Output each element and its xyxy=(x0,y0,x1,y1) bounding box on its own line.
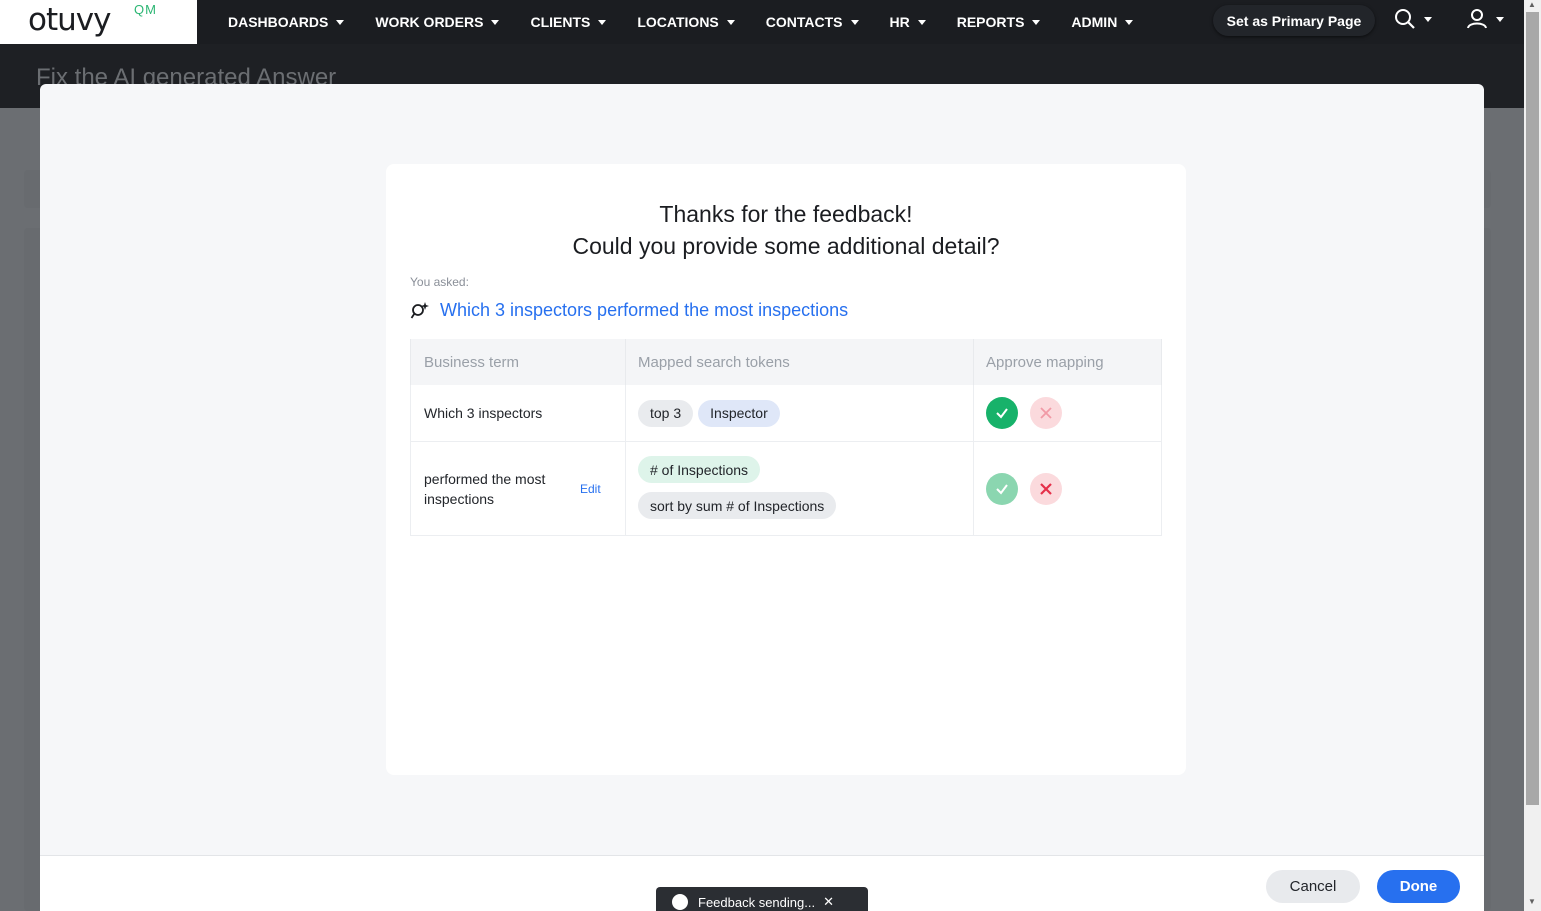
check-icon xyxy=(996,483,1008,495)
caret-down-icon xyxy=(598,19,607,25)
nav-item-work-orders[interactable]: WORK ORDERS xyxy=(363,14,511,30)
asked-question: Which 3 inspectors performed the most in… xyxy=(410,300,848,321)
business-term: performed the most inspections xyxy=(424,470,546,507)
scroll-down-arrow-icon[interactable]: ▼ xyxy=(1528,897,1536,906)
user-menu[interactable] xyxy=(1466,6,1504,32)
caret-down-icon xyxy=(1496,16,1504,22)
table-header: Business term Mapped search tokens Appro… xyxy=(410,339,1162,385)
search-icon xyxy=(1395,9,1415,29)
mapping-table: Business term Mapped search tokens Appro… xyxy=(410,339,1162,536)
nav-item-hr[interactable]: HR xyxy=(878,14,938,30)
approve-button[interactable] xyxy=(986,397,1018,429)
feedback-modal: Thanks for the feedback! Could you provi… xyxy=(40,84,1484,911)
heading-line-2: Could you provide some additional detail… xyxy=(572,233,1000,259)
scrollbar-thumb[interactable] xyxy=(1526,12,1539,805)
toast-text: Feedback sending... xyxy=(698,894,816,910)
feedback-toast: Feedback sending... ✕ xyxy=(656,887,868,911)
token-chip[interactable]: top 3 xyxy=(638,399,694,427)
business-term: Which 3 inspectors xyxy=(424,405,543,421)
token-chip[interactable]: sort by sum # of Inspections xyxy=(638,492,837,519)
reject-button[interactable] xyxy=(1030,397,1062,429)
reject-button[interactable] xyxy=(1030,472,1062,505)
top-navbar: otuvy QM DASHBOARDS WORK ORDERS CLIENTS … xyxy=(0,0,1524,44)
nav-item-admin[interactable]: ADMIN xyxy=(1059,14,1145,30)
close-icon xyxy=(1040,407,1052,419)
check-icon xyxy=(996,408,1008,419)
caret-down-icon xyxy=(917,19,926,25)
nav-item-contacts[interactable]: CONTACTS xyxy=(754,14,871,30)
column-header-business-term: Business term xyxy=(424,353,520,371)
ai-sparkle-search-icon xyxy=(410,301,429,318)
logo-text: otuvy xyxy=(28,2,111,38)
caret-down-icon xyxy=(1125,19,1134,25)
nav-menu: DASHBOARDS WORK ORDERS CLIENTS LOCATIONS… xyxy=(216,0,1152,44)
feedback-card: Thanks for the feedback! Could you provi… xyxy=(386,164,1186,775)
done-button[interactable]: Done xyxy=(1377,870,1460,903)
approve-button[interactable] xyxy=(986,472,1018,505)
edit-link[interactable]: Edit xyxy=(580,482,601,496)
nav-item-dashboards[interactable]: DASHBOARDS xyxy=(216,14,356,30)
token-chip[interactable]: Inspector xyxy=(698,399,780,427)
nav-item-locations[interactable]: LOCATIONS xyxy=(625,14,746,30)
table-row: performed the most inspections Edit # of… xyxy=(410,442,1162,536)
table-row: Which 3 inspectors top 3 Inspector xyxy=(410,385,1162,442)
token-chip[interactable]: # of Inspections xyxy=(638,456,761,483)
caret-down-icon xyxy=(726,19,735,25)
close-icon xyxy=(1040,482,1052,495)
you-asked-label: You asked: xyxy=(410,275,469,289)
caret-down-icon xyxy=(1032,19,1041,25)
question-text: Which 3 inspectors performed the most in… xyxy=(440,300,849,320)
caret-down-icon xyxy=(850,19,859,25)
feedback-heading: Thanks for the feedback! Could you provi… xyxy=(386,198,1186,262)
caret-down-icon xyxy=(491,19,500,25)
info-icon xyxy=(672,894,688,910)
nav-item-reports[interactable]: REPORTS xyxy=(945,14,1053,30)
caret-down-icon xyxy=(336,19,345,25)
brand-logo[interactable]: otuvy QM xyxy=(0,0,197,44)
scroll-up-arrow-icon[interactable]: ▲ xyxy=(1528,0,1536,9)
search-menu[interactable] xyxy=(1394,6,1432,32)
heading-line-1: Thanks for the feedback! xyxy=(659,201,913,227)
nav-item-clients[interactable]: CLIENTS xyxy=(518,14,618,30)
set-primary-page-button[interactable]: Set as Primary Page xyxy=(1213,5,1375,36)
cancel-button[interactable]: Cancel xyxy=(1266,870,1360,903)
user-icon xyxy=(1467,9,1487,29)
column-header-approve-mapping: Approve mapping xyxy=(986,353,1104,371)
close-icon[interactable]: ✕ xyxy=(823,894,834,910)
logo-superscript: QM xyxy=(134,2,157,17)
caret-down-icon xyxy=(1424,16,1432,22)
column-header-mapped-tokens: Mapped search tokens xyxy=(638,353,790,371)
